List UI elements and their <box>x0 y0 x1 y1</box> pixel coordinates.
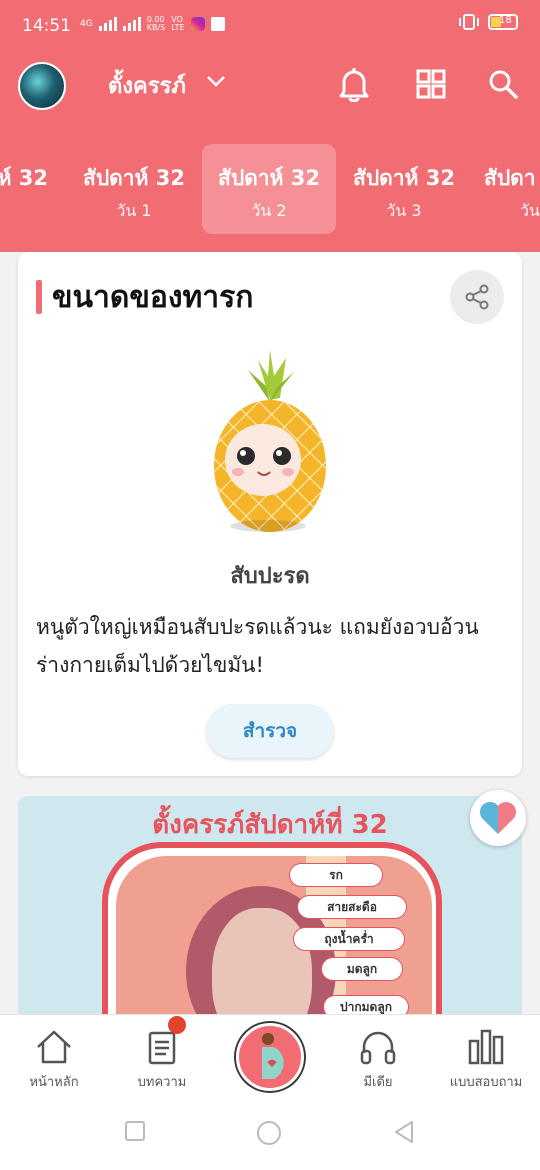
signal-icon-2 <box>122 17 141 31</box>
chevron-down-icon[interactable] <box>206 74 226 88</box>
heart-icon <box>480 802 516 834</box>
nav-media[interactable]: มีเดีย <box>324 1015 432 1099</box>
fruit-description: หนูตัวใหญ่เหมือนสับปะรดแล้วนะ แถมยังอวบอ… <box>36 615 479 677</box>
infographic-title: ตั้งครรภ์สัปดาห์ที่ 32 <box>152 810 388 840</box>
back-button[interactable] <box>392 1120 416 1144</box>
avatar[interactable] <box>18 62 66 110</box>
pregnancy-infographic[interactable]: ตั้งครรภ์สัปดาห์ที่ 32 รก สายสะดือ ถุงน้… <box>18 796 522 1016</box>
share-icon <box>465 284 489 310</box>
app-bar: ตั้งครรภ์ <box>0 54 540 124</box>
label-placenta: รก <box>290 864 382 886</box>
bell-icon[interactable] <box>334 64 374 104</box>
speed-indicator: 0.00 KB/S <box>146 15 166 32</box>
signal-icon <box>98 17 117 31</box>
status-icons: 4G 0.00 KB/S VO LTE <box>80 16 225 32</box>
title-accent <box>36 280 42 314</box>
vibrate-icon <box>459 14 479 30</box>
recents-button[interactable] <box>124 1120 146 1142</box>
status-right: 18 <box>458 14 518 30</box>
tab-week-32-day-3[interactable]: สัปดาห์ 32 วัน 3 <box>337 144 471 234</box>
network-type: 4G <box>80 19 93 29</box>
heart-badge-button[interactable] <box>470 790 526 846</box>
volte-indicator: VO LTE <box>171 15 185 32</box>
label-uterus: มดลูก <box>322 958 402 980</box>
label-umbilical-cord: สายสะดือ <box>298 896 406 918</box>
battery-icon: 18 <box>488 14 518 30</box>
instagram-icon <box>190 17 205 31</box>
tab-week-32-day-2[interactable]: สัปดาห์ 32 วัน 2 <box>202 144 336 234</box>
grid-icon[interactable] <box>411 64 451 104</box>
nav-poll[interactable]: แบบสอบถาม <box>432 1015 540 1099</box>
label-cervix: ปากมดลูก <box>324 996 408 1016</box>
home-button[interactable] <box>256 1120 282 1146</box>
pregnancy-icon <box>262 1033 284 1079</box>
bottom-nav: หน้าหลัก บทความ มีเดีย แบบสอบถาม <box>0 1014 540 1098</box>
search-icon[interactable] <box>483 64 523 104</box>
status-bar: 14:51 4G 0.00 KB/S VO LTE 18 <box>0 0 540 54</box>
photo-icon <box>210 17 225 31</box>
label-amniotic-sac: ถุงน้ำคร่ำ <box>294 928 404 950</box>
tab-week-32-day-0[interactable]: ห์ 32 <box>0 144 52 234</box>
baby-size-heading: ขนาดของทารก <box>52 280 254 315</box>
week-tabs: ห์ 32 สัปดาห์ 32 วัน 1 สัปดาห์ 32 วัน 2 … <box>0 144 540 234</box>
explore-button[interactable]: สำรวจ <box>206 704 334 758</box>
system-nav-bar <box>0 1098 540 1170</box>
baby-size-card: ขนาดของทารก สับปะรด หนูตัวใหญ่เหมือนสับป… <box>18 252 522 776</box>
pregnancy-center-button[interactable] <box>236 1023 304 1091</box>
poll-icon <box>468 1029 504 1065</box>
share-button[interactable] <box>450 270 504 324</box>
tab-week-32-day-4[interactable]: สัปดา วัน <box>472 144 540 234</box>
pineapple-illustration <box>214 350 326 532</box>
nav-home[interactable]: หน้าหลัก <box>0 1015 108 1099</box>
notification-badge <box>168 1016 186 1034</box>
tab-week-32-day-1[interactable]: สัปดาห์ 32 วัน 1 <box>67 144 201 234</box>
fruit-name: สับปะรด <box>230 564 310 589</box>
headphones-icon <box>360 1031 396 1065</box>
nav-articles[interactable]: บทความ <box>108 1015 216 1099</box>
app-title[interactable]: ตั้งครรภ์ <box>108 68 186 103</box>
app-header: 14:51 4G 0.00 KB/S VO LTE 18 ตั้งครรภ์ ห… <box>0 0 540 252</box>
home-icon <box>37 1030 71 1064</box>
status-time: 14:51 <box>22 16 71 36</box>
